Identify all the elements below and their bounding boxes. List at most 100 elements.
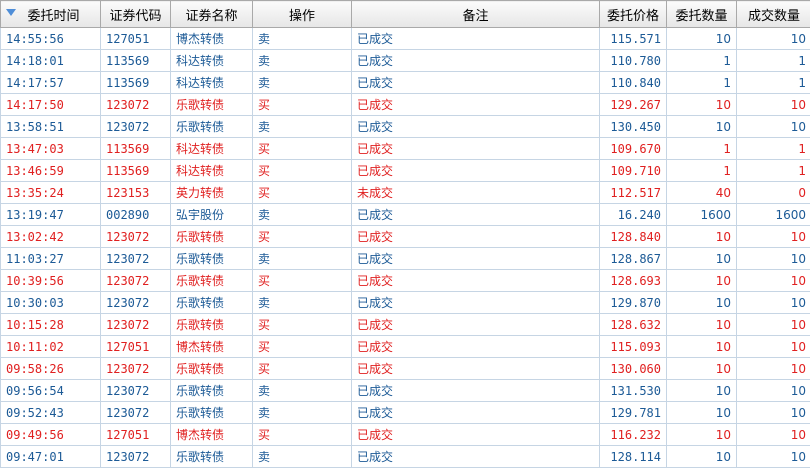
header-price[interactable]: 委托价格	[599, 0, 667, 28]
table-row[interactable]: 14:18:01 113569 科达转债卖已成交 110.780 1 1	[0, 49, 810, 72]
cell-quantity: 10	[666, 313, 737, 336]
table-row[interactable]: 09:52:43 123072 乐歌转债卖已成交 129.781 10 10	[0, 401, 810, 424]
cell-remark: 已成交	[351, 401, 600, 424]
table-row[interactable]: 14:17:57 113569 科达转债卖已成交 110.840 1 1	[0, 71, 810, 94]
table-row[interactable]: 13:47:03 113569 科达转债买已成交 109.670 1 1	[0, 137, 810, 160]
cell-quantity: 40	[666, 181, 737, 204]
cell-name: 乐歌转债	[170, 401, 253, 424]
cell-quantity: 10	[666, 27, 737, 50]
cell-price: 128.867	[599, 247, 667, 270]
header-row: 委托时间 证券代码 证券名称 操作 备注 委托价格 委托数量 成交数量	[0, 0, 810, 28]
cell-code: 127051	[100, 423, 171, 446]
cell-price: 110.780	[599, 49, 667, 72]
cell-filled: 1	[736, 49, 810, 72]
cell-remark: 已成交	[351, 49, 600, 72]
cell-quantity: 10	[666, 445, 737, 468]
header-code[interactable]: 证券代码	[100, 0, 171, 28]
cell-name: 博杰转债	[170, 335, 253, 358]
cell-price: 116.232	[599, 423, 667, 446]
cell-quantity: 1	[666, 159, 737, 182]
cell-name: 乐歌转债	[170, 115, 253, 138]
cell-quantity: 10	[666, 291, 737, 314]
cell-remark: 已成交	[351, 137, 600, 160]
cell-code: 123072	[100, 401, 171, 424]
cell-time: 10:30:03	[0, 291, 101, 314]
cell-filled: 1	[736, 159, 810, 182]
cell-quantity: 10	[666, 93, 737, 116]
cell-name: 博杰转债	[170, 27, 253, 50]
cell-code: 123072	[100, 269, 171, 292]
cell-time: 10:15:28	[0, 313, 101, 336]
cell-time: 13:58:51	[0, 115, 101, 138]
table-body: 14:55:56 127051 博杰转债卖已成交 115.571 10 10 14:18:0…	[0, 27, 810, 468]
table-row[interactable]: 13:02:42 123072 乐歌转债买已成交 128.840 10 10	[0, 225, 810, 248]
cell-filled: 10	[736, 357, 810, 380]
header-time[interactable]: 委托时间	[0, 0, 101, 28]
cell-operation: 买	[252, 357, 352, 380]
cell-code: 123072	[100, 379, 171, 402]
cell-name: 乐歌转债	[170, 269, 253, 292]
cell-operation: 卖	[252, 445, 352, 468]
cell-code: 123072	[100, 357, 171, 380]
table-row[interactable]: 11:03:27 123072 乐歌转债卖已成交 128.867 10 10	[0, 247, 810, 270]
header-operation[interactable]: 操作	[252, 0, 352, 28]
cell-filled: 10	[736, 335, 810, 358]
cell-time: 09:47:01	[0, 445, 101, 468]
cell-code: 113569	[100, 49, 171, 72]
cell-time: 14:55:56	[0, 27, 101, 50]
table-row[interactable]: 09:47:01 123072 乐歌转债卖已成交 128.114 10 10	[0, 445, 810, 468]
cell-code: 127051	[100, 27, 171, 50]
cell-price: 109.710	[599, 159, 667, 182]
table-row[interactable]: 09:49:56 127051 博杰转债买已成交 116.232 10 10	[0, 423, 810, 446]
cell-name: 乐歌转债	[170, 225, 253, 248]
table-row[interactable]: 14:55:56 127051 博杰转债卖已成交 115.571 10 10	[0, 27, 810, 50]
cell-price: 128.114	[599, 445, 667, 468]
cell-name: 乐歌转债	[170, 357, 253, 380]
cell-remark: 已成交	[351, 159, 600, 182]
header-quantity[interactable]: 委托数量	[666, 0, 737, 28]
cell-filled: 10	[736, 423, 810, 446]
cell-time: 14:17:50	[0, 93, 101, 116]
table-row[interactable]: 10:11:02 127051 博杰转债买已成交 115.093 10 10	[0, 335, 810, 358]
table-row[interactable]: 13:58:51 123072 乐歌转债卖已成交 130.450 10 10	[0, 115, 810, 138]
cell-remark: 已成交	[351, 27, 600, 50]
sort-descending-icon	[6, 9, 16, 16]
cell-code: 113569	[100, 71, 171, 94]
cell-operation: 买	[252, 181, 352, 204]
table-row[interactable]: 10:30:03 123072 乐歌转债卖已成交 129.870 10 10	[0, 291, 810, 314]
cell-name: 博杰转债	[170, 423, 253, 446]
table-row[interactable]: 13:46:59 113569 科达转债买已成交 109.710 1 1	[0, 159, 810, 182]
cell-quantity: 10	[666, 115, 737, 138]
cell-time: 09:49:56	[0, 423, 101, 446]
cell-quantity: 10	[666, 423, 737, 446]
cell-name: 科达转债	[170, 137, 253, 160]
cell-name: 科达转债	[170, 49, 253, 72]
cell-operation: 卖	[252, 49, 352, 72]
cell-price: 129.781	[599, 401, 667, 424]
cell-remark: 已成交	[351, 313, 600, 336]
header-name[interactable]: 证券名称	[170, 0, 253, 28]
header-remark[interactable]: 备注	[351, 0, 600, 28]
cell-filled: 10	[736, 445, 810, 468]
cell-remark: 已成交	[351, 247, 600, 270]
table-row[interactable]: 09:58:26 123072 乐歌转债买已成交 130.060 10 10	[0, 357, 810, 380]
header-filled[interactable]: 成交数量	[736, 0, 810, 28]
cell-filled: 10	[736, 313, 810, 336]
cell-time: 13:35:24	[0, 181, 101, 204]
table-row[interactable]: 13:35:24 123153 英力转债买未成交 112.517 40 0	[0, 181, 810, 204]
cell-remark: 未成交	[351, 181, 600, 204]
cell-filled: 10	[736, 27, 810, 50]
table-row[interactable]: 13:19:47 002890 弘宇股份卖已成交 16.240 1600 1600	[0, 203, 810, 226]
cell-quantity: 10	[666, 225, 737, 248]
table-row[interactable]: 10:15:28 123072 乐歌转债买已成交 128.632 10 10	[0, 313, 810, 336]
cell-quantity: 10	[666, 335, 737, 358]
table-row[interactable]: 14:17:50 123072 乐歌转债买已成交 129.267 10 10	[0, 93, 810, 116]
cell-price: 130.060	[599, 357, 667, 380]
cell-time: 10:39:56	[0, 269, 101, 292]
cell-price: 115.093	[599, 335, 667, 358]
table-row[interactable]: 10:39:56 123072 乐歌转债买已成交 128.693 10 10	[0, 269, 810, 292]
header-time-label: 委托时间	[27, 8, 80, 24]
cell-code: 113569	[100, 137, 171, 160]
table-row[interactable]: 09:56:54 123072 乐歌转债卖已成交 131.530 10 10	[0, 379, 810, 402]
cell-filled: 10	[736, 401, 810, 424]
